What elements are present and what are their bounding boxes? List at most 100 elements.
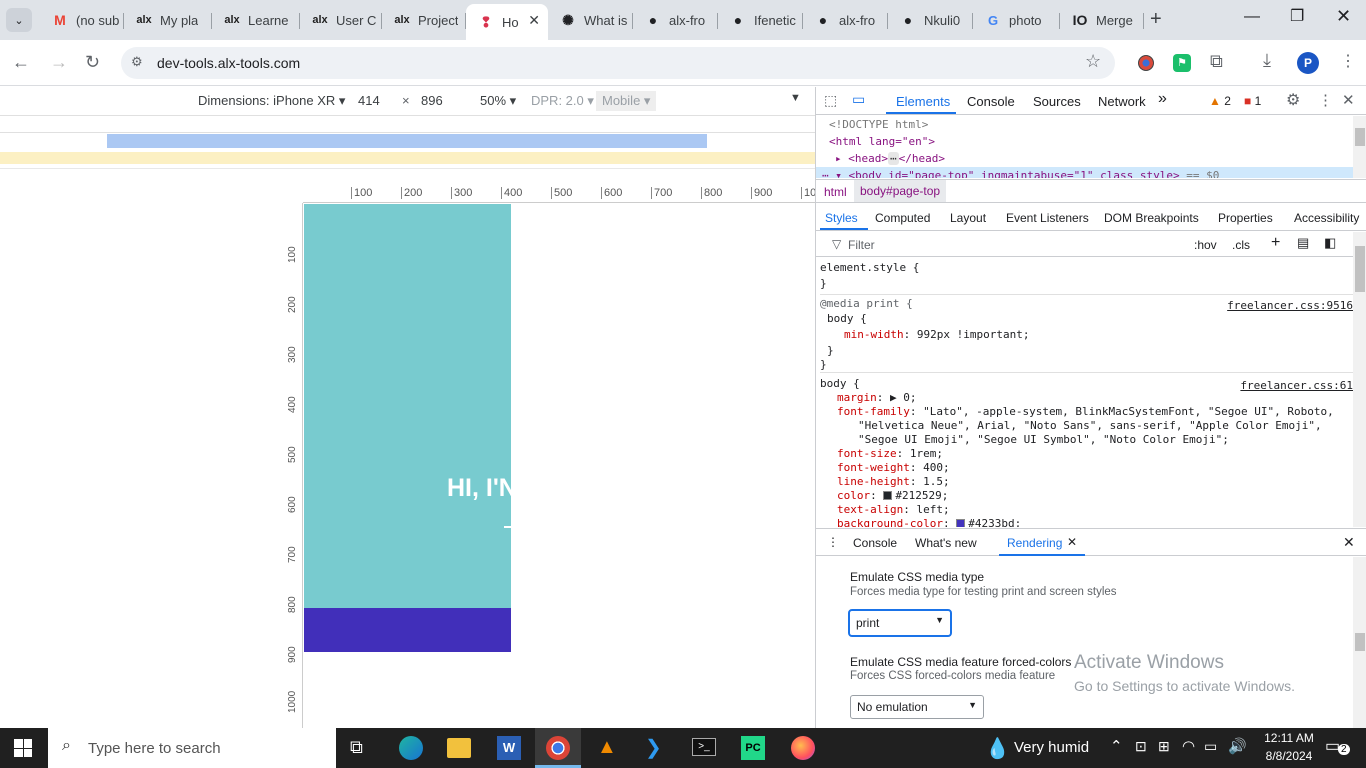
terminal-icon[interactable]: >_ [692,738,716,756]
minimize-button[interactable]: — [1244,8,1260,26]
close-rendering-tab-icon[interactable]: ✕ [1067,535,1077,549]
subtab-properties[interactable]: Properties [1218,211,1273,225]
wifi-icon[interactable]: ◠ [1182,737,1195,755]
filter-input[interactable]: Filter [848,238,875,252]
css-property-line[interactable]: font-weight: 400; [820,461,1353,475]
drawer-tab-whats-new[interactable]: What's new [915,536,977,550]
chrome-extension-icon[interactable] [1138,55,1154,71]
subtab-event-listeners[interactable]: Event Listeners [1006,211,1089,225]
vlc-icon[interactable]: ▲ [597,736,617,759]
drawer-menu-icon[interactable]: ⋮ [827,535,839,549]
windows-start-icon[interactable] [14,739,32,757]
dom-scrollbar[interactable] [1353,116,1366,178]
css-property-line[interactable]: font-size: 1rem; [820,447,1353,461]
inspect-element-icon[interactable]: ⬚ [824,92,837,109]
sidebar-toggle-icon[interactable]: ◧ [1324,235,1336,251]
chrome-taskbar-icon[interactable] [535,728,581,768]
weather-text[interactable]: Very humid [1014,739,1089,756]
zoom-select[interactable]: 50% ▾ [480,93,516,109]
browser-tab[interactable]: alx User C [300,4,382,36]
profile-avatar[interactable]: P [1297,52,1319,74]
edge-icon[interactable] [399,736,423,760]
css-property-line[interactable]: "Helvetica Neue", Arial, "Noto Sans", sa… [820,419,1353,433]
color-swatch[interactable] [956,519,966,527]
forced-colors-select[interactable]: No emulation ▼ [850,695,984,719]
close-window-button[interactable]: ✕ [1336,6,1351,27]
dom-head[interactable]: ▸ <head> ⋯ </head> [829,150,1353,167]
dimensions-select[interactable]: Dimensions: iPhone XR ▾ [198,93,345,109]
drawer-tab-console[interactable]: Console [853,536,897,550]
pycharm-icon[interactable]: PC [741,736,765,760]
address-bar[interactable]: ⚙ dev-tools.alx-tools.com ☆ [121,47,1115,79]
device-width-input[interactable]: 414 [358,93,380,108]
forward-arrow-icon[interactable]: → [50,52,68,72]
rendering-scrollbar[interactable] [1353,557,1366,728]
subtab-computed[interactable]: Computed [875,211,930,225]
media-type-select[interactable]: print ▼ [848,609,952,637]
css-property-line[interactable]: margin: ▶ 0; [820,391,1353,405]
browser-tab[interactable]: ❢ Ho ✕ [466,4,548,40]
browser-tab[interactable]: M (no sub [40,4,124,36]
element-style-rule[interactable]: element.style { } [820,259,1353,295]
css-property-line[interactable]: color: #212529; [820,489,1353,503]
clock-date[interactable]: 8/8/2024 [1258,749,1320,763]
tab-sources[interactable]: Sources [1033,94,1081,109]
css-property-line[interactable]: "Segoe UI Emoji", "Segoe UI Symbol", "No… [820,433,1353,447]
browser-tab[interactable]: alx My pla [124,4,212,36]
media-source-link[interactable]: freelancer.css:9516 [1227,299,1353,313]
battery-icon[interactable]: ▭ [1204,738,1217,755]
breadcrumb-html[interactable]: html [824,185,847,199]
browser-tab[interactable]: ✺ What is [548,4,633,36]
word-icon[interactable]: W [497,736,521,760]
bookmark-star-icon[interactable]: ☆ [1085,51,1101,72]
css-property-line[interactable]: line-height: 1.5; [820,475,1353,489]
file-explorer-icon[interactable] [447,738,471,758]
browser-tab[interactable]: IO Merge [1060,4,1144,36]
device-height-input[interactable]: 896 [421,93,443,108]
extension-green-icon[interactable]: ⚑ [1173,54,1191,72]
breadcrumb-body[interactable]: body#page-top [854,180,947,202]
browser-tab[interactable]: ● alx-fro [633,4,718,36]
url-text[interactable]: dev-tools.alx-tools.com [157,55,300,71]
tab-search-button[interactable]: ⌄ [6,8,32,32]
media-print-rule[interactable]: @media print { freelancer.css:9516 body … [820,295,1353,373]
download-icon[interactable]: ⤓ [1263,50,1271,71]
body-source-link[interactable]: freelancer.css:61 [1240,379,1353,393]
browser-tab[interactable]: ● alx-fro [803,4,888,36]
new-tab-button[interactable]: + [1150,8,1162,31]
subtab-dom-breakpoints[interactable]: DOM Breakpoints [1104,211,1199,225]
chrome-menu-icon[interactable]: ⋮ [1340,51,1356,71]
dpr-select[interactable]: DPR: 2.0 ▾ [531,93,594,109]
subtab-accessibility[interactable]: Accessibility [1294,211,1366,225]
body-rule[interactable]: body { freelancer.css:61 margin: ▶ 0; fon… [820,373,1353,527]
close-drawer-icon[interactable]: ✕ [1343,534,1355,551]
maximize-button[interactable]: ❐ [1290,6,1304,26]
errors-badge[interactable]: ■ 1 [1244,94,1261,108]
back-arrow-icon[interactable]: ← [12,52,30,72]
tray-app2-icon[interactable]: ⊞ [1158,738,1170,755]
media-query-bar-blue[interactable] [0,134,815,150]
devtools-menu-icon[interactable]: ⋮ [1318,91,1333,109]
new-rule-icon[interactable]: + [1271,234,1280,252]
tray-app-icon[interactable]: ⊡ [1135,738,1147,755]
subtab-styles[interactable]: Styles [825,211,858,225]
styles-scrollbar[interactable] [1353,232,1366,527]
tab-elements[interactable]: Elements [896,94,950,109]
dom-body[interactable]: ⋯ ▾ <body id="page-top" ingmaintabuse="1… [816,167,1353,178]
css-property-line[interactable]: background-color: #4233bd; [820,517,1353,527]
browser-tab[interactable]: alx Learne [212,4,300,36]
browser-tab[interactable]: Gphoto [973,4,1060,36]
drawer-tab-rendering[interactable]: Rendering [1007,536,1062,550]
task-view-icon[interactable]: ⧉ [350,737,363,758]
settings-gear-icon[interactable]: ⚙ [1286,90,1300,110]
css-property-line[interactable]: text-align: left; [820,503,1353,517]
browser-tab[interactable]: ● Ifenetic [718,4,803,36]
clock-time[interactable]: 12:11 AM [1258,731,1320,745]
firefox-icon[interactable] [791,736,815,760]
close-tab-icon[interactable]: ✕ [528,12,540,29]
weather-icon[interactable]: 💧 [985,736,1010,761]
mode-select[interactable]: Mobile ▾ [596,91,657,111]
device-toggle-icon[interactable]: ▭ [852,91,865,108]
tab-console[interactable]: Console [967,94,1015,109]
vscode-icon[interactable]: ❯ [645,735,662,760]
